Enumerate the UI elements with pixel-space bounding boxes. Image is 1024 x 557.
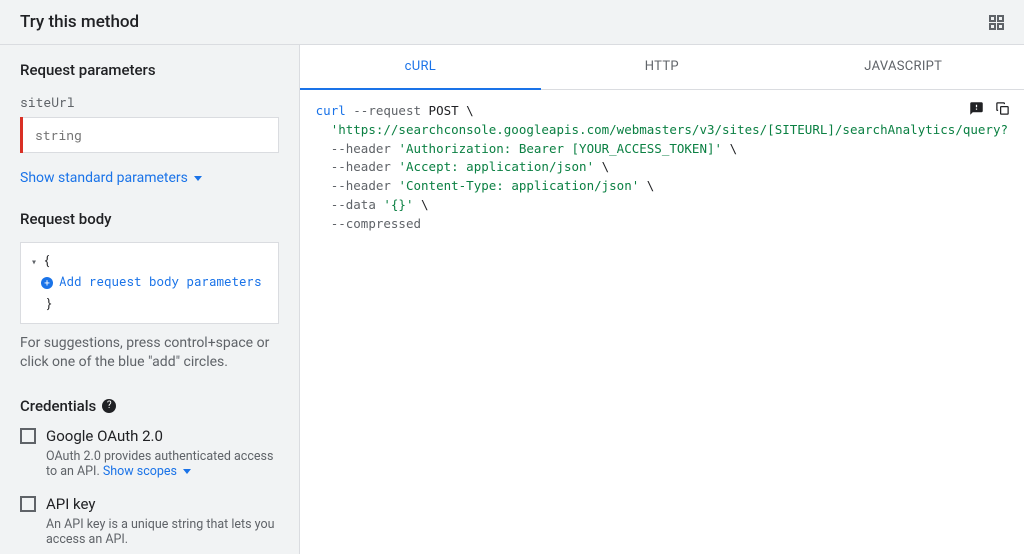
tab-curl[interactable]: cURL — [300, 45, 541, 90]
help-icon[interactable]: ? — [102, 399, 116, 413]
right-panel: cURL HTTP JAVASCRIPT curl --request POST… — [300, 45, 1024, 554]
param-siteurl-wrap — [20, 117, 279, 153]
error-indicator — [20, 117, 23, 153]
chevron-down-icon — [183, 469, 191, 474]
brace-open: { — [43, 253, 51, 269]
request-parameters-title: Request parameters — [20, 61, 279, 79]
code-tabs: cURL HTTP JAVASCRIPT — [300, 45, 1024, 90]
plus-circle-icon: + — [41, 277, 53, 289]
code-sample: curl --request POST \ 'https://searchcon… — [300, 90, 1024, 245]
chevron-down-icon — [194, 176, 202, 181]
main: Request parameters siteUrl Show standard… — [0, 45, 1024, 554]
collapse-icon[interactable] — [989, 15, 1004, 30]
apikey-label: API key — [46, 495, 95, 513]
tab-http[interactable]: HTTP — [541, 45, 782, 89]
tab-javascript[interactable]: JAVASCRIPT — [783, 45, 1024, 89]
request-body-title: Request body — [20, 210, 279, 228]
apikey-desc: An API key is a unique string that lets … — [46, 517, 279, 547]
show-standard-parameters-label: Show standard parameters — [20, 170, 188, 186]
oauth-checkbox[interactable] — [20, 428, 36, 444]
left-panel: Request parameters siteUrl Show standard… — [0, 45, 300, 554]
param-siteurl-label: siteUrl — [20, 93, 279, 111]
siteurl-input[interactable] — [20, 117, 279, 153]
oauth-label: Google OAuth 2.0 — [46, 427, 163, 445]
add-body-params-link[interactable]: + Add request body parameters — [31, 272, 268, 293]
oauth-row: Google OAuth 2.0 — [20, 427, 279, 445]
body-hint: For suggestions, press control+space or … — [20, 334, 279, 373]
code-block[interactable]: curl --request POST \ 'https://searchcon… — [316, 102, 1008, 233]
copy-icon[interactable] — [994, 100, 1010, 116]
apikey-checkbox[interactable] — [20, 496, 36, 512]
show-scopes-link[interactable]: Show scopes — [103, 464, 191, 479]
add-body-params-label: Add request body parameters — [59, 274, 262, 290]
feedback-icon[interactable] — [968, 100, 984, 116]
show-scopes-label: Show scopes — [103, 464, 177, 479]
caret-icon: ▾ — [31, 255, 37, 268]
header: Try this method — [0, 0, 1024, 45]
brace-close: } — [45, 296, 53, 312]
request-body-editor[interactable]: ▾ { + Add request body parameters } — [20, 242, 279, 324]
apikey-row: API key — [20, 495, 279, 513]
oauth-desc: OAuth 2.0 provides authenticated access … — [46, 449, 279, 479]
page-title: Try this method — [20, 12, 139, 32]
show-standard-parameters-link[interactable]: Show standard parameters — [20, 170, 202, 186]
credentials-title: Credentials — [20, 397, 96, 415]
